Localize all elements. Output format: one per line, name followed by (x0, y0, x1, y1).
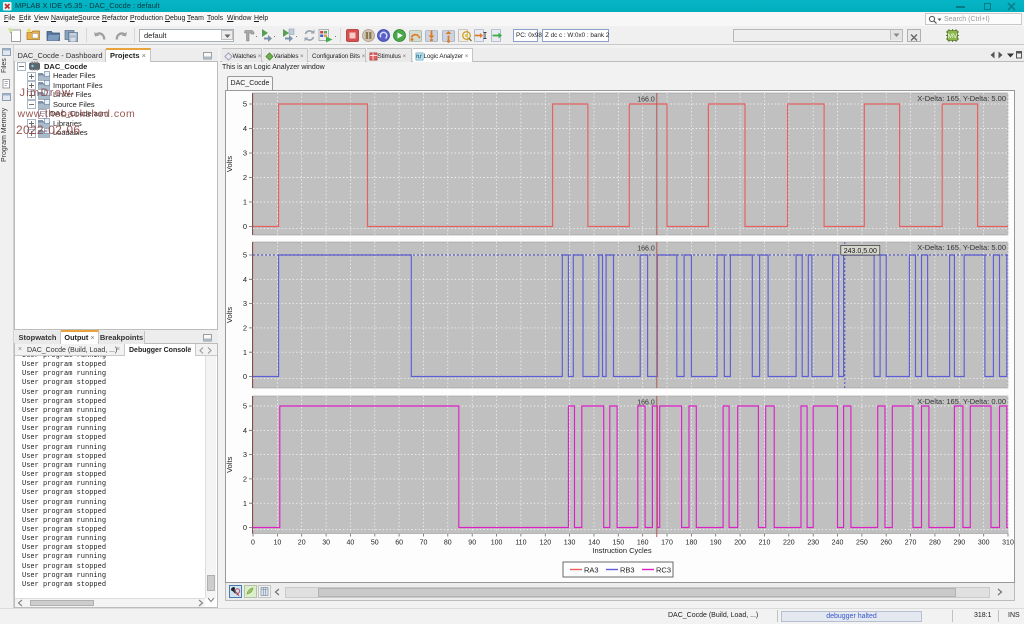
svg-text:1: 1 (243, 198, 247, 207)
svg-text:2: 2 (243, 324, 247, 333)
svg-text:2: 2 (243, 173, 247, 182)
svg-text:20: 20 (298, 540, 306, 547)
svg-text:RA3: RA3 (584, 566, 599, 575)
svg-text:Volts: Volts (225, 456, 234, 473)
svg-text:3: 3 (243, 299, 247, 308)
svg-text:2: 2 (243, 475, 247, 484)
svg-text:4: 4 (243, 426, 247, 435)
svg-text:166.0: 166.0 (637, 400, 655, 407)
svg-text:60: 60 (395, 540, 403, 547)
svg-text:Volts: Volts (225, 307, 234, 324)
svg-text:210: 210 (759, 540, 771, 547)
svg-text:X-Delta: 165, Y-Delta: 0.00: X-Delta: 165, Y-Delta: 0.00 (917, 397, 1006, 406)
svg-text:X-Delta: 165, Y-Delta: 5.00: X-Delta: 165, Y-Delta: 5.00 (917, 243, 1006, 252)
svg-text:260: 260 (880, 540, 892, 547)
svg-text:X-Delta: 165, Y-Delta: 5.00: X-Delta: 165, Y-Delta: 5.00 (917, 94, 1006, 103)
svg-text:170: 170 (661, 540, 673, 547)
svg-text:3: 3 (243, 450, 247, 459)
svg-text:10: 10 (274, 540, 282, 547)
svg-text:1: 1 (243, 499, 247, 508)
svg-text:RC3: RC3 (656, 566, 671, 575)
svg-text:300: 300 (978, 540, 990, 547)
svg-text:166.0: 166.0 (637, 97, 655, 104)
svg-text:40: 40 (347, 540, 355, 547)
svg-text:0: 0 (243, 372, 247, 381)
svg-text:30: 30 (322, 540, 330, 547)
svg-text:250: 250 (856, 540, 868, 547)
svg-text:90: 90 (468, 540, 476, 547)
svg-text:1: 1 (243, 348, 247, 357)
svg-text:243.0,5.00: 243.0,5.00 (844, 248, 877, 255)
svg-text:5: 5 (243, 251, 247, 260)
svg-text:Volts: Volts (225, 156, 234, 173)
svg-text:220: 220 (783, 540, 795, 547)
svg-text:190: 190 (710, 540, 722, 547)
svg-text:180: 180 (686, 540, 698, 547)
svg-text:4: 4 (243, 275, 247, 284)
svg-text:50: 50 (371, 540, 379, 547)
svg-text:270: 270 (905, 540, 917, 547)
svg-text:280: 280 (929, 540, 941, 547)
svg-text:5: 5 (243, 100, 247, 109)
svg-text:240: 240 (832, 540, 844, 547)
svg-text:310: 310 (1002, 540, 1014, 547)
svg-text:0: 0 (243, 523, 247, 532)
svg-text:3: 3 (243, 149, 247, 158)
svg-text:70: 70 (420, 540, 428, 547)
svg-text:80: 80 (444, 540, 452, 547)
svg-text:120: 120 (539, 540, 551, 547)
svg-text:MV: MV (948, 33, 958, 40)
svg-text:100: 100 (491, 540, 503, 547)
svg-text:5: 5 (243, 402, 247, 411)
svg-text:200: 200 (734, 540, 746, 547)
svg-text:130: 130 (564, 540, 576, 547)
svg-text:166.0: 166.0 (637, 246, 655, 253)
svg-text:RB3: RB3 (620, 566, 635, 575)
svg-text:0: 0 (251, 540, 255, 547)
svg-text:0: 0 (243, 222, 247, 231)
svg-text:Instruction Cycles: Instruction Cycles (592, 546, 651, 555)
svg-text:110: 110 (515, 540, 526, 547)
svg-text:230: 230 (807, 540, 819, 547)
svg-text:4: 4 (243, 124, 247, 133)
svg-text:290: 290 (953, 540, 965, 547)
